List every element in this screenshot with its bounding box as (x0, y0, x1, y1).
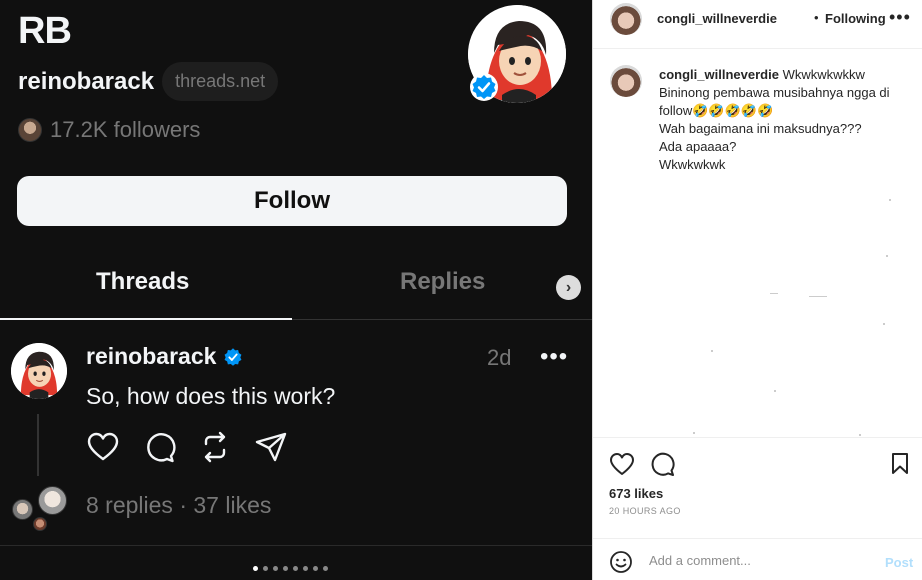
header-username[interactable]: congli_willneverdie (657, 11, 777, 26)
post-text: So, how does this work? (86, 383, 336, 409)
actions-divider (593, 437, 922, 438)
reply-avatars (12, 486, 72, 532)
verified-badge-icon (224, 347, 242, 366)
profile-username: reinobarack (18, 67, 155, 95)
screen: RB reinobarack threads.net 17.2K followe… (0, 0, 922, 580)
avatar[interactable] (610, 3, 642, 35)
carousel-dot (283, 566, 288, 571)
caption-line: Wkwkwkwk (659, 157, 726, 172)
post-actions (86, 430, 288, 464)
follow-button[interactable]: Follow (17, 176, 567, 226)
comment-input[interactable] (649, 553, 879, 568)
active-tab-indicator (0, 318, 292, 320)
more-options-icon[interactable]: ••• (889, 7, 911, 28)
likes-count[interactable]: 673 likes (609, 486, 663, 501)
followers-count: 17.2K followers (50, 117, 201, 142)
tab-threads[interactable]: Threads (96, 268, 189, 296)
caption-line: Bininong pembawa musibahnya ngga di foll… (659, 85, 890, 118)
post-header: congli_willneverdie • Following ••• (593, 0, 922, 49)
follower-avatar (18, 118, 42, 142)
carousel-dot (263, 566, 268, 571)
caption-line: Ada apaaaa? (659, 139, 737, 154)
reply-avatar (12, 499, 33, 520)
carousel-dot (293, 566, 298, 571)
carousel-dot (273, 566, 278, 571)
post-time-ago: 20 HOURS AGO (609, 506, 681, 516)
caption-avatar[interactable] (610, 65, 642, 97)
domain-badge[interactable]: threads.net (162, 62, 279, 101)
post-actions (609, 451, 675, 477)
caption-username[interactable]: congli_willneverdie (659, 67, 779, 82)
share-send-icon[interactable] (254, 430, 288, 464)
caption: congli_willneverdie Wkwkwkwkkw Bininong … (659, 66, 909, 174)
carousel-dot (303, 566, 308, 571)
following-button[interactable]: Following (825, 11, 886, 26)
profile-handle-row: reinobarack threads.net (18, 62, 279, 101)
comment-icon[interactable] (142, 430, 176, 464)
carousel-dot (313, 566, 318, 571)
comment-divider (593, 538, 922, 539)
comment-icon[interactable] (649, 451, 675, 477)
heart-icon[interactable] (609, 451, 635, 477)
post-stats[interactable]: 8 replies · 37 likes (86, 492, 271, 519)
repost-icon[interactable] (198, 430, 232, 464)
cartoon-avatar-icon (11, 343, 67, 399)
post-timestamp: 2d (487, 345, 512, 370)
thread-connector-line (37, 414, 39, 476)
post-username[interactable]: reinobarack (86, 343, 216, 370)
tab-replies[interactable]: Replies (400, 268, 485, 296)
carousel-indicator (253, 566, 328, 571)
profile-display-name: RB (18, 10, 72, 52)
tab-divider (292, 319, 592, 320)
bookmark-icon[interactable] (888, 451, 912, 475)
heart-icon[interactable] (86, 430, 120, 464)
reply-avatar (38, 486, 67, 515)
chevron-right-icon[interactable]: › (556, 275, 581, 300)
caption-line: Wkwkwkwkkw (782, 67, 865, 82)
reply-avatar (33, 517, 47, 531)
verified-badge-icon (470, 73, 498, 101)
post-divider (0, 545, 592, 546)
followers-row[interactable]: 17.2K followers (18, 117, 200, 143)
caption-line: Wah bagaimana ini maksudnya??? (659, 121, 862, 136)
emoji-icon[interactable] (609, 550, 633, 574)
post-header: reinobarack (86, 343, 244, 370)
separator-dot: • (814, 10, 819, 25)
instagram-panel: congli_willneverdie • Following ••• cong… (592, 0, 922, 580)
more-options-icon[interactable]: ••• (540, 343, 568, 371)
post-comment-button[interactable]: Post (885, 555, 913, 570)
threads-screenshot: RB reinobarack threads.net 17.2K followe… (0, 0, 592, 580)
carousel-dot (323, 566, 328, 571)
post-author-avatar[interactable] (11, 343, 67, 399)
carousel-dot (253, 566, 258, 571)
